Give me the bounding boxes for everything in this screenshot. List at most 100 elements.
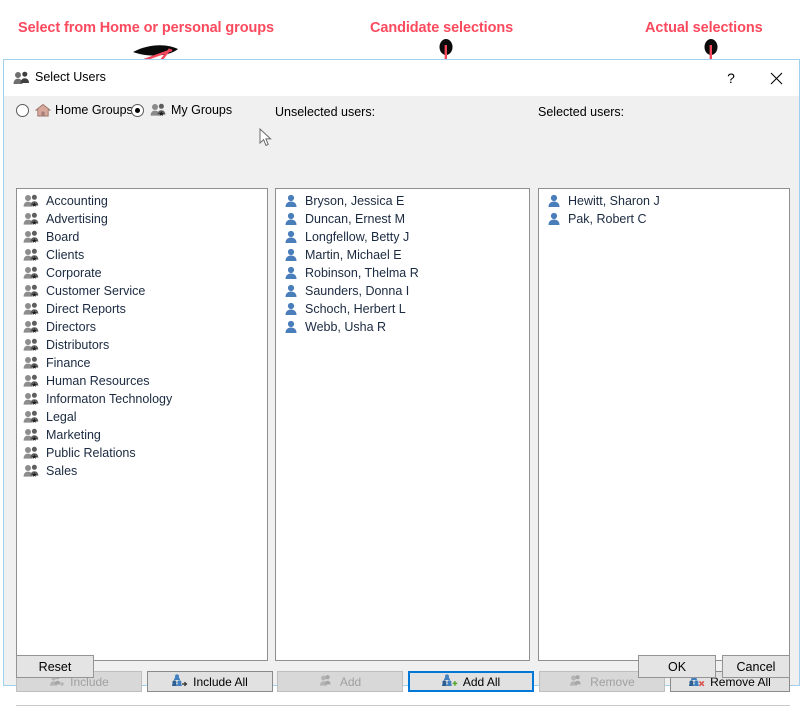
list-item[interactable]: Robinson, Thelma R bbox=[276, 264, 529, 282]
person-icon bbox=[282, 320, 299, 335]
list-item-label: Saunders, Donna I bbox=[305, 284, 410, 298]
list-item[interactable]: Webb, Usha R bbox=[276, 318, 529, 336]
dialog-titlebar: Select Users ? bbox=[4, 60, 799, 97]
radio-home-groups-label: Home Groups bbox=[55, 103, 133, 117]
ok-button[interactable]: OK bbox=[638, 655, 716, 678]
list-item-label: Direct Reports bbox=[46, 302, 126, 316]
list-item-label: Marketing bbox=[46, 428, 101, 442]
list-item-label: Sales bbox=[46, 464, 78, 478]
mouse-cursor-icon bbox=[259, 128, 272, 147]
list-item[interactable]: Longfellow, Betty J bbox=[276, 228, 529, 246]
list-item[interactable]: Board bbox=[17, 228, 267, 246]
cancel-button-label: Cancel bbox=[736, 659, 776, 674]
group-icon bbox=[23, 338, 40, 353]
group-icon bbox=[23, 302, 40, 317]
list-item-label: Distributors bbox=[46, 338, 110, 352]
close-icon bbox=[770, 72, 782, 84]
list-item[interactable]: Human Resources bbox=[17, 372, 267, 390]
list-item-label: Robinson, Thelma R bbox=[305, 266, 419, 280]
group-icon bbox=[23, 320, 40, 335]
list-item-label: Martin, Michael E bbox=[305, 248, 402, 262]
list-item[interactable]: Advertising bbox=[17, 210, 267, 228]
list-item[interactable]: Duncan, Ernest M bbox=[276, 210, 529, 228]
list-item-label: Pak, Robert C bbox=[568, 212, 647, 226]
include-all-button-label: Include All bbox=[193, 674, 248, 689]
groups-listbox[interactable]: Accounting Advertising Board Clients Corpora… bbox=[16, 188, 268, 661]
list-item[interactable]: Directors bbox=[17, 318, 267, 336]
person-icon bbox=[282, 212, 299, 227]
add-all-button-label: Add All bbox=[462, 674, 501, 689]
include-all-button[interactable]: Include All bbox=[147, 671, 273, 692]
radio-home-groups[interactable]: Home Groups bbox=[16, 103, 133, 117]
list-item-label: Schoch, Herbert L bbox=[305, 302, 406, 316]
list-item-label: Board bbox=[46, 230, 80, 244]
list-item[interactable]: Finance bbox=[17, 354, 267, 372]
add-all-button[interactable]: Add All bbox=[408, 671, 534, 692]
person-icon bbox=[282, 194, 299, 209]
list-item[interactable]: Clients bbox=[17, 246, 267, 264]
list-item[interactable]: Saunders, Donna I bbox=[276, 282, 529, 300]
group-icon bbox=[23, 356, 40, 371]
annotation-label-candidate: Candidate selections bbox=[370, 20, 514, 36]
group-icon bbox=[23, 464, 40, 479]
cancel-button[interactable]: Cancel bbox=[722, 655, 790, 678]
home-group-icon bbox=[35, 103, 51, 117]
list-item[interactable]: Hewitt, Sharon J bbox=[539, 192, 789, 210]
radio-home-groups-indicator[interactable] bbox=[16, 103, 29, 117]
list-item-label: Bryson, Jessica E bbox=[305, 194, 405, 208]
person-icon bbox=[282, 230, 299, 245]
group-icon bbox=[23, 446, 40, 461]
group-icon bbox=[23, 428, 40, 443]
dialog-header-strip: Home Groups My Groups Unselected users: … bbox=[4, 97, 799, 129]
remove-button-label: Remove bbox=[590, 674, 635, 689]
list-item-label: Duncan, Ernest M bbox=[305, 212, 406, 226]
list-item[interactable]: Distributors bbox=[17, 336, 267, 354]
person-icon bbox=[282, 284, 299, 299]
unselected-users-listbox[interactable]: Bryson, Jessica E Duncan, Ernest M Longfel… bbox=[275, 188, 530, 661]
list-item[interactable]: Informaton Technology bbox=[17, 390, 267, 408]
group-icon bbox=[23, 266, 40, 281]
group-icon bbox=[23, 230, 40, 245]
selected-users-label: Selected users: bbox=[538, 105, 625, 119]
reset-button-label: Reset bbox=[38, 659, 72, 674]
group-icon bbox=[23, 194, 40, 209]
remove-icon bbox=[569, 674, 585, 689]
add-button-label: Add bbox=[339, 674, 362, 689]
my-group-icon bbox=[150, 103, 167, 117]
list-item[interactable]: Direct Reports bbox=[17, 300, 267, 318]
list-item[interactable]: Pak, Robert C bbox=[539, 210, 789, 228]
list-item[interactable]: Marketing bbox=[17, 426, 267, 444]
group-icon bbox=[23, 374, 40, 389]
list-item-label: Accounting bbox=[46, 194, 108, 208]
list-item[interactable]: Public Relations bbox=[17, 444, 267, 462]
list-item[interactable]: Bryson, Jessica E bbox=[276, 192, 529, 210]
radio-my-groups-indicator[interactable] bbox=[131, 103, 144, 117]
list-item[interactable]: Legal bbox=[17, 408, 267, 426]
radio-my-groups[interactable]: My Groups bbox=[131, 103, 232, 117]
person-icon bbox=[282, 248, 299, 263]
list-item[interactable]: Sales bbox=[17, 462, 267, 480]
reset-button[interactable]: Reset bbox=[16, 655, 94, 678]
list-item-label: Finance bbox=[46, 356, 91, 370]
selected-users-listbox[interactable]: Hewitt, Sharon J Pak, Robert C bbox=[538, 188, 790, 661]
help-button[interactable]: ? bbox=[709, 60, 753, 96]
list-item-label: Human Resources bbox=[46, 374, 150, 388]
list-item[interactable]: Accounting bbox=[17, 192, 267, 210]
list-item[interactable]: Corporate bbox=[17, 264, 267, 282]
group-icon bbox=[23, 392, 40, 407]
annotation-label-actual: Actual selections bbox=[645, 20, 763, 36]
unselected-users-label: Unselected users: bbox=[275, 105, 376, 119]
select-users-dialog: Select Users ? Home Groups My Groups Uns… bbox=[3, 59, 800, 706]
list-item[interactable]: Customer Service bbox=[17, 282, 267, 300]
close-button[interactable] bbox=[754, 60, 798, 96]
group-icon bbox=[23, 248, 40, 263]
include-all-icon bbox=[172, 674, 188, 689]
group-icon bbox=[23, 212, 40, 227]
group-icon bbox=[23, 410, 40, 425]
list-item[interactable]: Schoch, Herbert L bbox=[276, 300, 529, 318]
list-item[interactable]: Martin, Michael E bbox=[276, 246, 529, 264]
help-label: ? bbox=[727, 70, 735, 86]
list-item-label: Webb, Usha R bbox=[305, 320, 387, 334]
list-item-label: Directors bbox=[46, 320, 97, 334]
person-icon bbox=[282, 266, 299, 281]
